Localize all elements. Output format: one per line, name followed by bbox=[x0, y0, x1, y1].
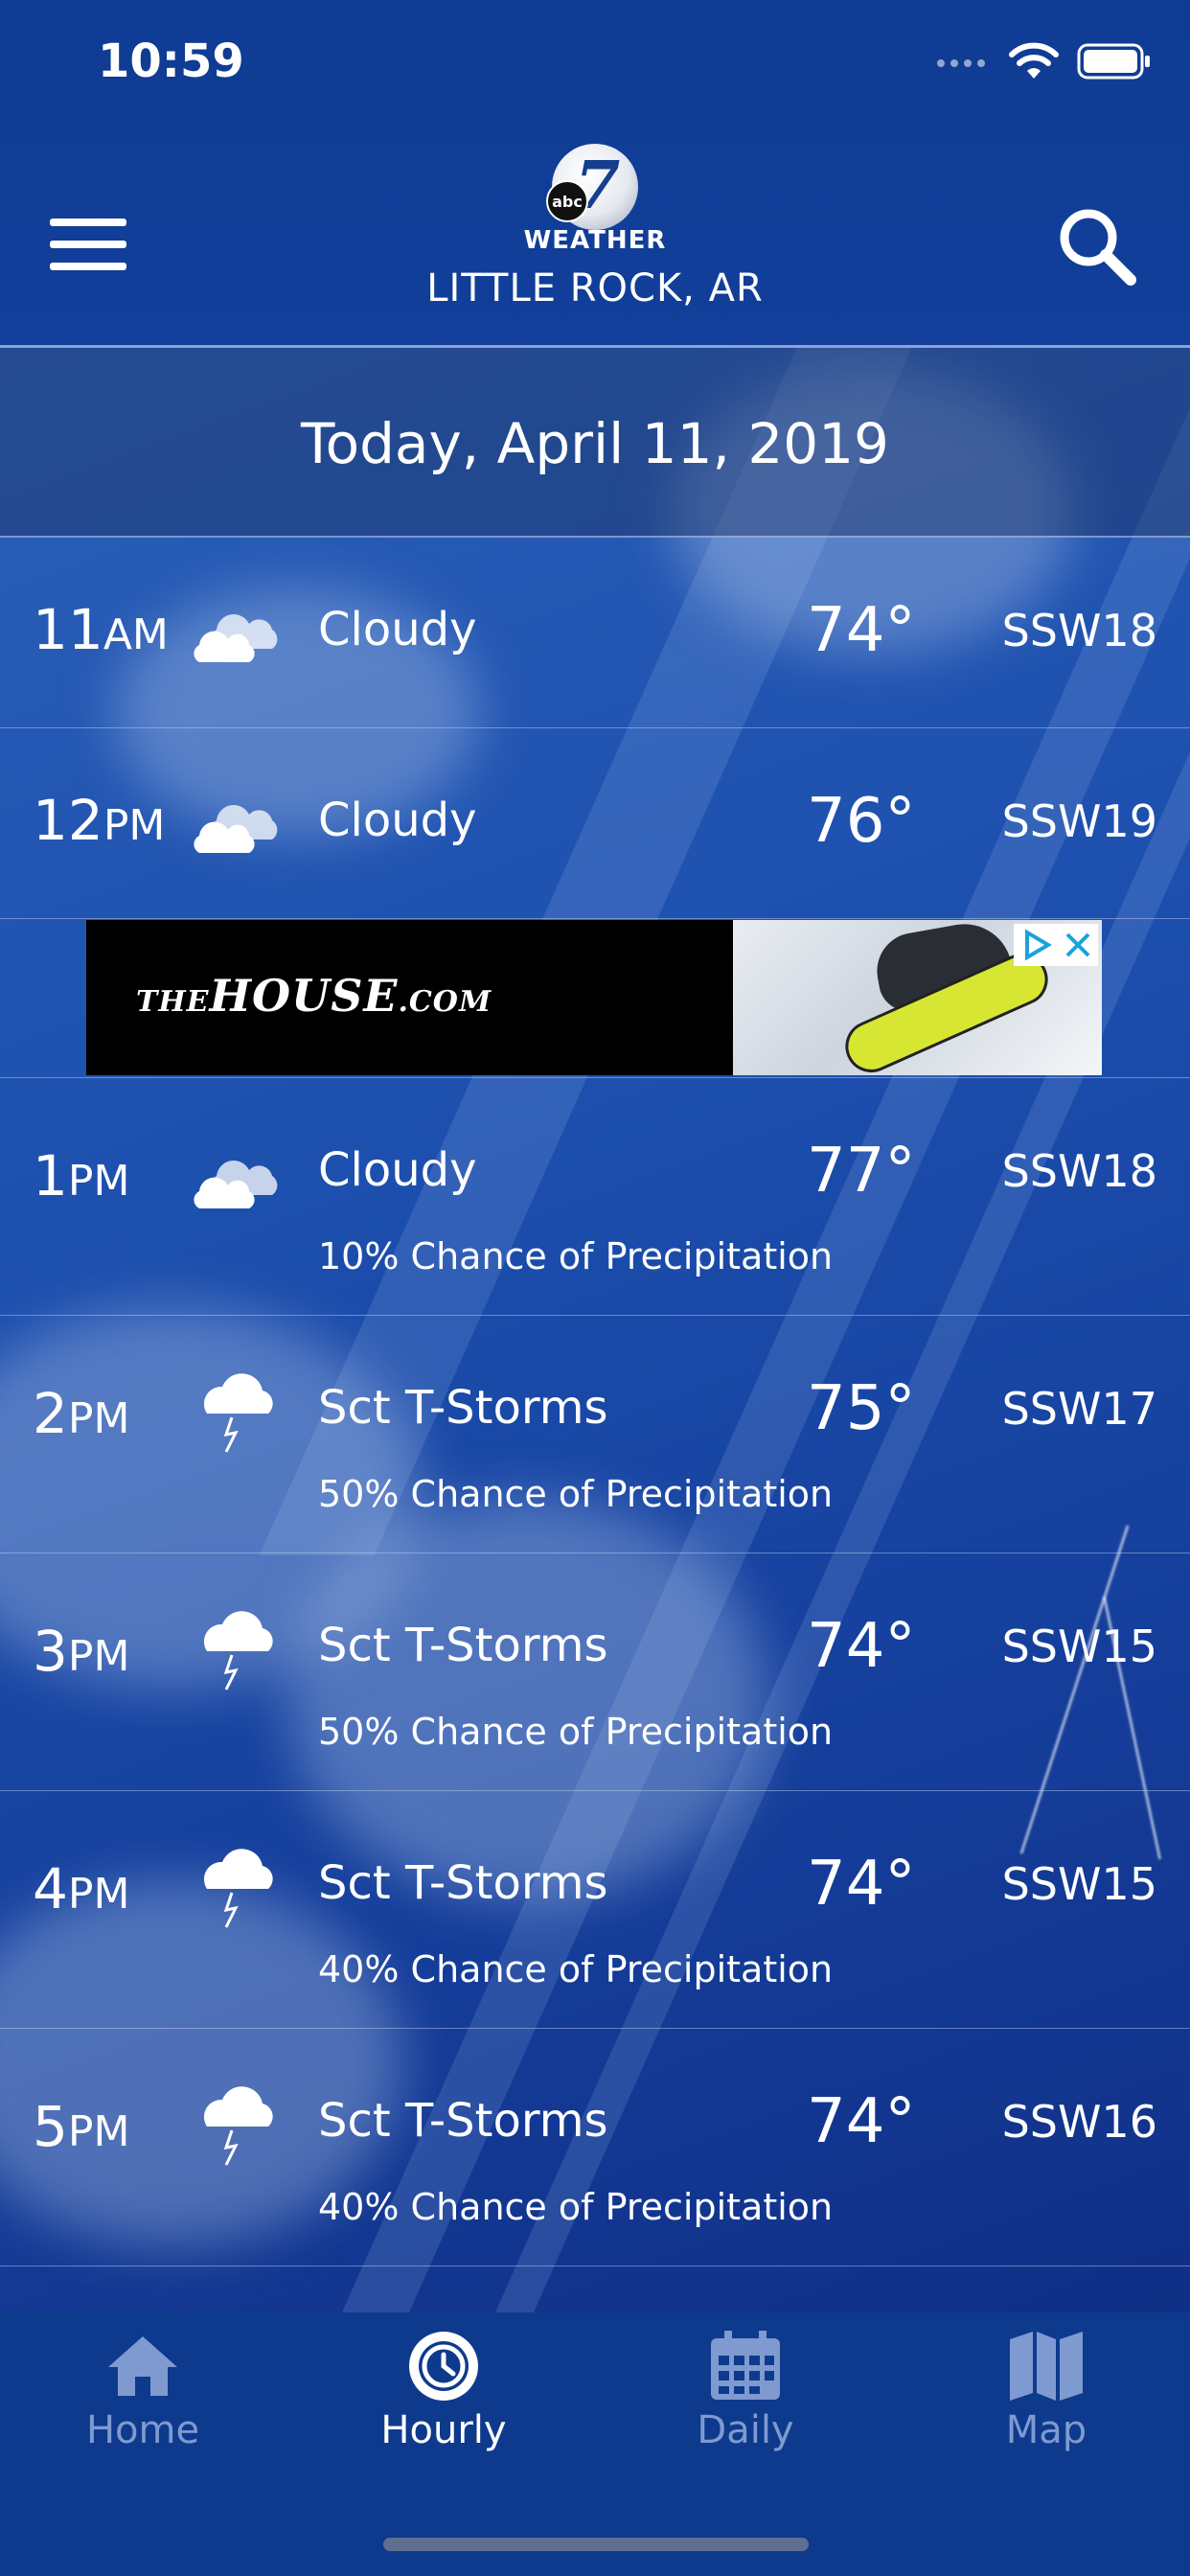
signal-icon bbox=[937, 53, 991, 71]
tab-daily[interactable]: Daily bbox=[650, 2312, 841, 2456]
temperature-label: 74° bbox=[807, 1611, 916, 1682]
hour-label: 5PM bbox=[33, 2094, 130, 2159]
date-header: Today, April 11, 2019 bbox=[0, 348, 1190, 538]
wifi-icon bbox=[1008, 42, 1060, 80]
temperature-label: 76° bbox=[807, 786, 916, 857]
hourly-row[interactable]: 12PM Cloudy 76° SSW19 bbox=[0, 728, 1190, 919]
condition-label: Sct T-Storms bbox=[318, 1856, 608, 1910]
precip-label: 40% Chance of Precipitation bbox=[318, 1948, 834, 1990]
temperature-label: 74° bbox=[807, 595, 916, 666]
close-icon bbox=[1065, 932, 1090, 957]
hourly-row[interactable]: 5PM Sct T-Storms 74° SSW16 40% Chance of… bbox=[0, 2029, 1190, 2266]
ad-banner[interactable]: THEHOUSE.COM bbox=[86, 920, 1102, 1075]
abc7-weather-logo: 7 abc WEATHER bbox=[499, 144, 691, 255]
hourly-row[interactable]: 4PM Sct T-Storms 74° SSW15 40% Chance of… bbox=[0, 1791, 1190, 2029]
hour-label: 4PM bbox=[33, 1856, 130, 1921]
ad-brand-text: THEHOUSE.COM bbox=[136, 970, 492, 1022]
tab-label: Daily bbox=[697, 2408, 794, 2452]
hour-label: 1PM bbox=[33, 1143, 130, 1208]
precip-label: 10% Chance of Precipitation bbox=[318, 1235, 834, 1277]
precip-label: 40% Chance of Precipitation bbox=[318, 2186, 834, 2228]
hour-label: 3PM bbox=[33, 1619, 130, 1684]
home-icon bbox=[103, 2330, 183, 2403]
header-bar: 10:59 7 abc WEATHER LITTLE ROCK, AR bbox=[0, 0, 1190, 348]
wind-label: SSW15 bbox=[1001, 1621, 1157, 1672]
battery-icon bbox=[1077, 43, 1152, 80]
logo-text: WEATHER bbox=[523, 226, 667, 255]
status-time: 10:59 bbox=[98, 34, 244, 88]
thunderstorm-icon bbox=[188, 1835, 287, 1931]
date-label: Today, April 11, 2019 bbox=[301, 411, 889, 476]
temperature-label: 77° bbox=[807, 1136, 916, 1207]
search-icon[interactable] bbox=[1054, 203, 1140, 289]
ad-choices-icon[interactable] bbox=[1014, 924, 1098, 966]
condition-label: Sct T-Storms bbox=[318, 2094, 608, 2148]
thunderstorm-icon bbox=[188, 1360, 287, 1456]
tab-label: Home bbox=[85, 2408, 200, 2452]
hour-label: 2PM bbox=[33, 1381, 130, 1446]
temperature-label: 74° bbox=[807, 1849, 916, 1920]
bottom-tab-bar: Home Hourly Daily Map bbox=[0, 2312, 1190, 2576]
hourly-row[interactable]: 1PM Cloudy 77° SSW18 10% Chance of Preci… bbox=[0, 1078, 1190, 1316]
wind-label: SSW19 bbox=[1001, 795, 1157, 847]
condition-label: Cloudy bbox=[318, 1143, 477, 1197]
status-indicators bbox=[937, 42, 1152, 80]
wind-label: SSW18 bbox=[1001, 605, 1157, 656]
thunderstorm-icon bbox=[188, 1598, 287, 1693]
logo-network: abc bbox=[546, 180, 588, 222]
condition-label: Sct T-Storms bbox=[318, 1619, 608, 1672]
map-icon bbox=[1006, 2330, 1087, 2403]
condition-label: Sct T-Storms bbox=[318, 1381, 608, 1435]
tab-label: Map bbox=[1005, 2408, 1087, 2452]
hourly-row[interactable]: 2PM Sct T-Storms 75° SSW17 50% Chance of… bbox=[0, 1316, 1190, 1553]
hourly-row[interactable]: 11AM Cloudy 74° SSW18 bbox=[0, 538, 1190, 728]
wind-label: SSW17 bbox=[1001, 1383, 1157, 1435]
temperature-label: 74° bbox=[807, 2086, 916, 2157]
hour-label: 12PM bbox=[33, 788, 166, 853]
thunderstorm-icon bbox=[188, 2073, 287, 2169]
tab-map[interactable]: Map bbox=[950, 2312, 1142, 2456]
tab-hourly[interactable]: Hourly bbox=[348, 2312, 539, 2456]
temperature-label: 75° bbox=[807, 1373, 916, 1444]
precip-label: 50% Chance of Precipitation bbox=[318, 1473, 834, 1515]
location-label[interactable]: LITTLE ROCK, AR bbox=[0, 266, 1190, 310]
logo-badge: 7 abc bbox=[546, 144, 638, 230]
precip-label: 50% Chance of Precipitation bbox=[318, 1711, 834, 1753]
condition-label: Cloudy bbox=[318, 794, 477, 847]
wind-label: SSW18 bbox=[1001, 1145, 1157, 1197]
cloudy-icon bbox=[188, 1138, 287, 1214]
condition-label: Cloudy bbox=[318, 603, 477, 656]
tab-label: Hourly bbox=[380, 2408, 507, 2452]
wind-label: SSW15 bbox=[1001, 1858, 1157, 1910]
tab-home[interactable]: Home bbox=[47, 2312, 239, 2456]
home-indicator[interactable] bbox=[383, 2538, 809, 2551]
clock-icon bbox=[403, 2330, 484, 2403]
hamburger-menu-icon[interactable] bbox=[50, 218, 126, 272]
cloudy-icon bbox=[188, 591, 287, 668]
hourly-row[interactable]: 3PM Sct T-Storms 74° SSW15 50% Chance of… bbox=[0, 1553, 1190, 1791]
cloudy-icon bbox=[188, 782, 287, 859]
calendar-icon bbox=[705, 2330, 786, 2403]
wind-label: SSW16 bbox=[1001, 2096, 1157, 2148]
hour-label: 11AM bbox=[33, 597, 169, 662]
